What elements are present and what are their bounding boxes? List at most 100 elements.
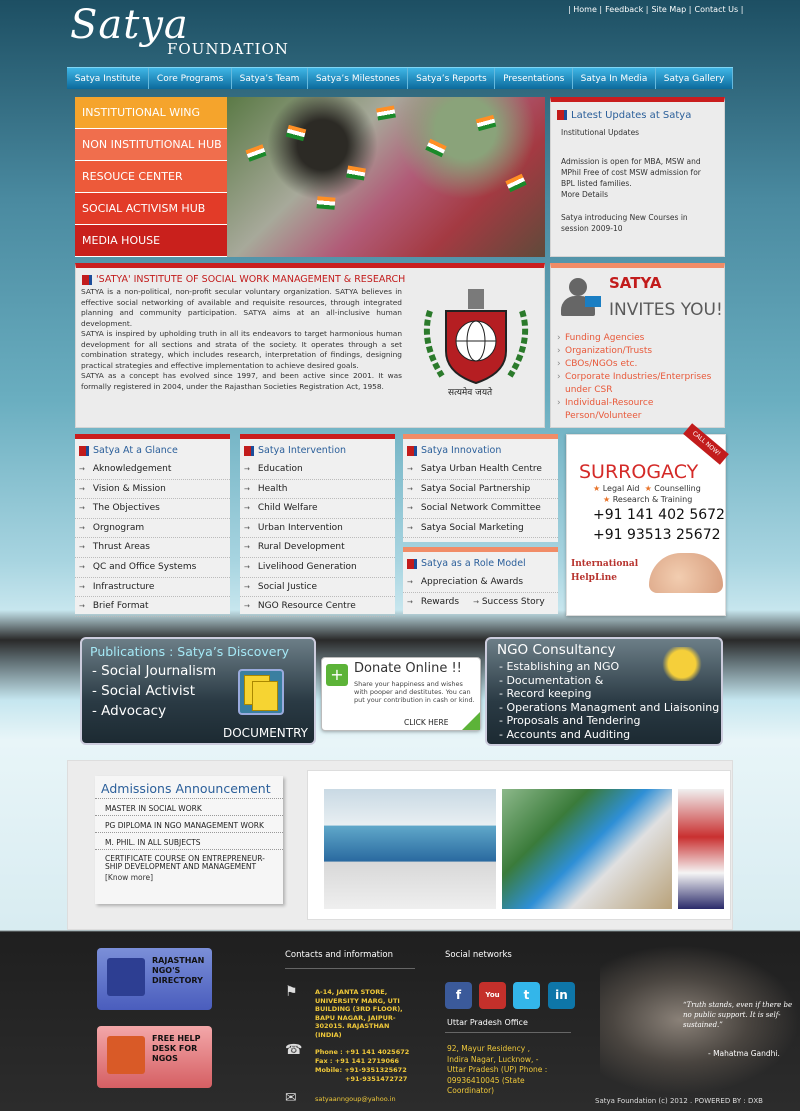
nav-satya-institute[interactable]: Satya Institute [67, 68, 150, 89]
nav-presentations[interactable]: Presentations [495, 68, 573, 89]
link-item[interactable]: Health [240, 480, 395, 500]
role-item[interactable]: Appreciation & Awards [403, 573, 558, 593]
nav-gallery[interactable]: Satya Gallery [656, 68, 733, 89]
invites-subtitle: INVITES YOU! [609, 300, 723, 320]
ngo-consultancy-banner[interactable]: NGO Consultancy - Establishing an NGO - … [485, 637, 723, 746]
link-item[interactable]: Child Welfare [240, 499, 395, 519]
invite-item[interactable]: Individual-Resource Person/Volunteer [557, 397, 724, 423]
gallery-photo[interactable] [678, 789, 724, 909]
section-icon [557, 110, 567, 120]
phone: Phone : +91 141 4025672 [315, 1048, 410, 1056]
youtube-icon[interactable]: You [479, 982, 506, 1009]
link-item[interactable]: Social Justice [240, 578, 395, 598]
link-item[interactable]: Livelihood Generation [240, 558, 395, 578]
link-item[interactable]: Infrastructure [75, 578, 230, 598]
nav-reports[interactable]: Satya’s Reports [408, 68, 496, 89]
institute-title[interactable]: 'SATYA' INSTITUTE OF SOCIAL WORK MANAGEM… [96, 274, 405, 285]
link-item[interactable]: Satya Urban Health Centre [403, 460, 558, 480]
ngo-item: - Operations Managment and Liaisoning [499, 700, 720, 714]
admission-item[interactable]: M. PHIL. IN ALL SUBJECTS [95, 832, 283, 849]
wing-menu-item[interactable]: MEDIA HOUSE [75, 225, 227, 257]
intl-helpline: International HelpLine [571, 557, 638, 585]
ngo-directory-button[interactable]: RAJASTHAN NGO'S DIRECTORY [97, 948, 212, 1010]
institute-text: SATYA is inspired by upholding truth in … [81, 329, 402, 370]
nav-milestones[interactable]: Satya’s Milestones [308, 68, 409, 89]
help-desk-button[interactable]: FREE HELP DESK FOR NGOS [97, 1026, 212, 1088]
section-icon [79, 445, 89, 456]
intl-label: International [571, 559, 639, 569]
link-item[interactable]: Orgnogram [75, 519, 230, 539]
gallery-photo[interactable] [502, 789, 672, 909]
know-more-link[interactable]: [Know more] [95, 873, 283, 882]
phone-icon: ☎ [285, 1042, 303, 1058]
twitter-icon[interactable]: t [513, 982, 540, 1009]
role-item[interactable]: Rewards [421, 597, 459, 607]
nav-team[interactable]: Satya’s Team [232, 68, 309, 89]
contact-link[interactable]: Contact Us | [694, 5, 743, 14]
link-item[interactable]: Satya Social Partnership [403, 480, 558, 500]
link-item[interactable]: Satya Social Marketing [403, 519, 558, 539]
invite-item[interactable]: Corporate Industries/Enterprises under C… [557, 371, 724, 397]
emblem-motto: सत्यमेव जयते [448, 388, 493, 398]
linkedin-icon[interactable]: in [548, 982, 575, 1009]
more-details-link[interactable]: More Details [551, 189, 724, 200]
wing-menu-item[interactable]: RESOUCE CENTER [75, 161, 227, 193]
feedback-link[interactable]: Feedback | [605, 5, 648, 14]
institute-text: SATYA as a concept has evolved since 199… [81, 371, 402, 391]
link-item[interactable]: Brief Format [75, 597, 230, 617]
section-icon [244, 445, 254, 456]
donate-online-box[interactable]: + Donate Online !! Share your happiness … [321, 657, 481, 731]
mother-image [649, 553, 723, 593]
sitemap-link[interactable]: Site Map | [651, 5, 691, 14]
innovation-list: Satya Urban Health CentreSatya Social Pa… [403, 460, 558, 539]
surrogacy-ad[interactable]: CALL NOW! SURROGACY ★ Legal Aid ★ Counse… [566, 423, 729, 616]
role-item[interactable]: Success Story [482, 597, 545, 607]
role-model-box: Satya as a Role Model Appreciation & Awa… [403, 547, 558, 614]
plus-icon: + [326, 664, 348, 686]
invites-panel: SATYA INVITES YOU! Funding Agencies Orga… [550, 263, 725, 428]
nav-media[interactable]: Satya In Media [573, 68, 657, 89]
section-icon [407, 558, 417, 569]
link-item[interactable]: QC and Office Systems [75, 558, 230, 578]
link-item[interactable]: Vision & Mission [75, 480, 230, 500]
link-item[interactable]: Thrust Areas [75, 538, 230, 558]
admissions-panel: Admissions Announcement MASTER IN SOCIAL… [95, 776, 283, 904]
link-item[interactable]: Urban Intervention [240, 519, 395, 539]
social-section: Social networks f You t in Uttar Pradesh… [445, 950, 595, 1095]
updates-text: Institutional Updates [561, 128, 640, 137]
helpline-label: HelpLine [571, 573, 617, 583]
surrogacy-services-2: ★ Research & Training [603, 495, 692, 504]
help-desk-label: FREE HELP DESK FOR NGOS [152, 1034, 201, 1063]
mobile-2: +91-9351472727 [345, 1075, 408, 1083]
glance-title: Satya At a Glance [93, 445, 178, 456]
wing-menu-item[interactable]: INSTITUTIONAL WING [75, 97, 227, 129]
section-icon [82, 274, 92, 285]
invite-item[interactable]: Funding Agencies [557, 332, 724, 345]
star-icon: ★ [644, 484, 652, 493]
mobile: Mobile: +91-9351325672 [315, 1066, 407, 1074]
wing-menu-item[interactable]: SOCIAL ACTIVISM HUB [75, 193, 227, 225]
invite-item[interactable]: CBOs/NGOs etc. [557, 358, 724, 371]
link-item[interactable]: The Objectives [75, 499, 230, 519]
link-item[interactable]: Aknowledgement [75, 460, 230, 480]
admission-item[interactable]: CERTIFICATE COURSE ON ENTREPRENEUR-SHIP … [95, 849, 283, 873]
wing-menu-item[interactable]: NON INSTITUTIONAL HUB [75, 129, 227, 161]
invite-item[interactable]: Organization/Trusts [557, 345, 724, 358]
nav-core-programs[interactable]: Core Programs [149, 68, 232, 89]
link-item[interactable]: Education [240, 460, 395, 480]
gallery-photo[interactable] [324, 789, 496, 909]
intervention-title: Satya Intervention [258, 445, 347, 456]
email-link[interactable]: satyaanngoup@yahoo.in [315, 1095, 396, 1104]
help-desk-icon [107, 1036, 145, 1074]
home-link[interactable]: | Home | [568, 5, 602, 14]
handshake-icon [657, 647, 707, 681]
link-item[interactable]: Rural Development [240, 538, 395, 558]
updates-title: Latest Updates at Satya [571, 110, 692, 121]
publications-banner[interactable]: Publications : Satya’s Discovery - Socia… [80, 637, 316, 745]
link-item[interactable]: Social Network Committee [403, 499, 558, 519]
link-item[interactable]: NGO Resource Centre [240, 597, 395, 617]
donate-click-button[interactable]: CLICK HERE [404, 718, 449, 727]
admission-item[interactable]: PG DIPLOMA IN NGO MANAGEMENT WORK [95, 815, 283, 832]
facebook-icon[interactable]: f [445, 982, 472, 1009]
admission-item[interactable]: MASTER IN SOCIAL WORK [95, 798, 283, 815]
